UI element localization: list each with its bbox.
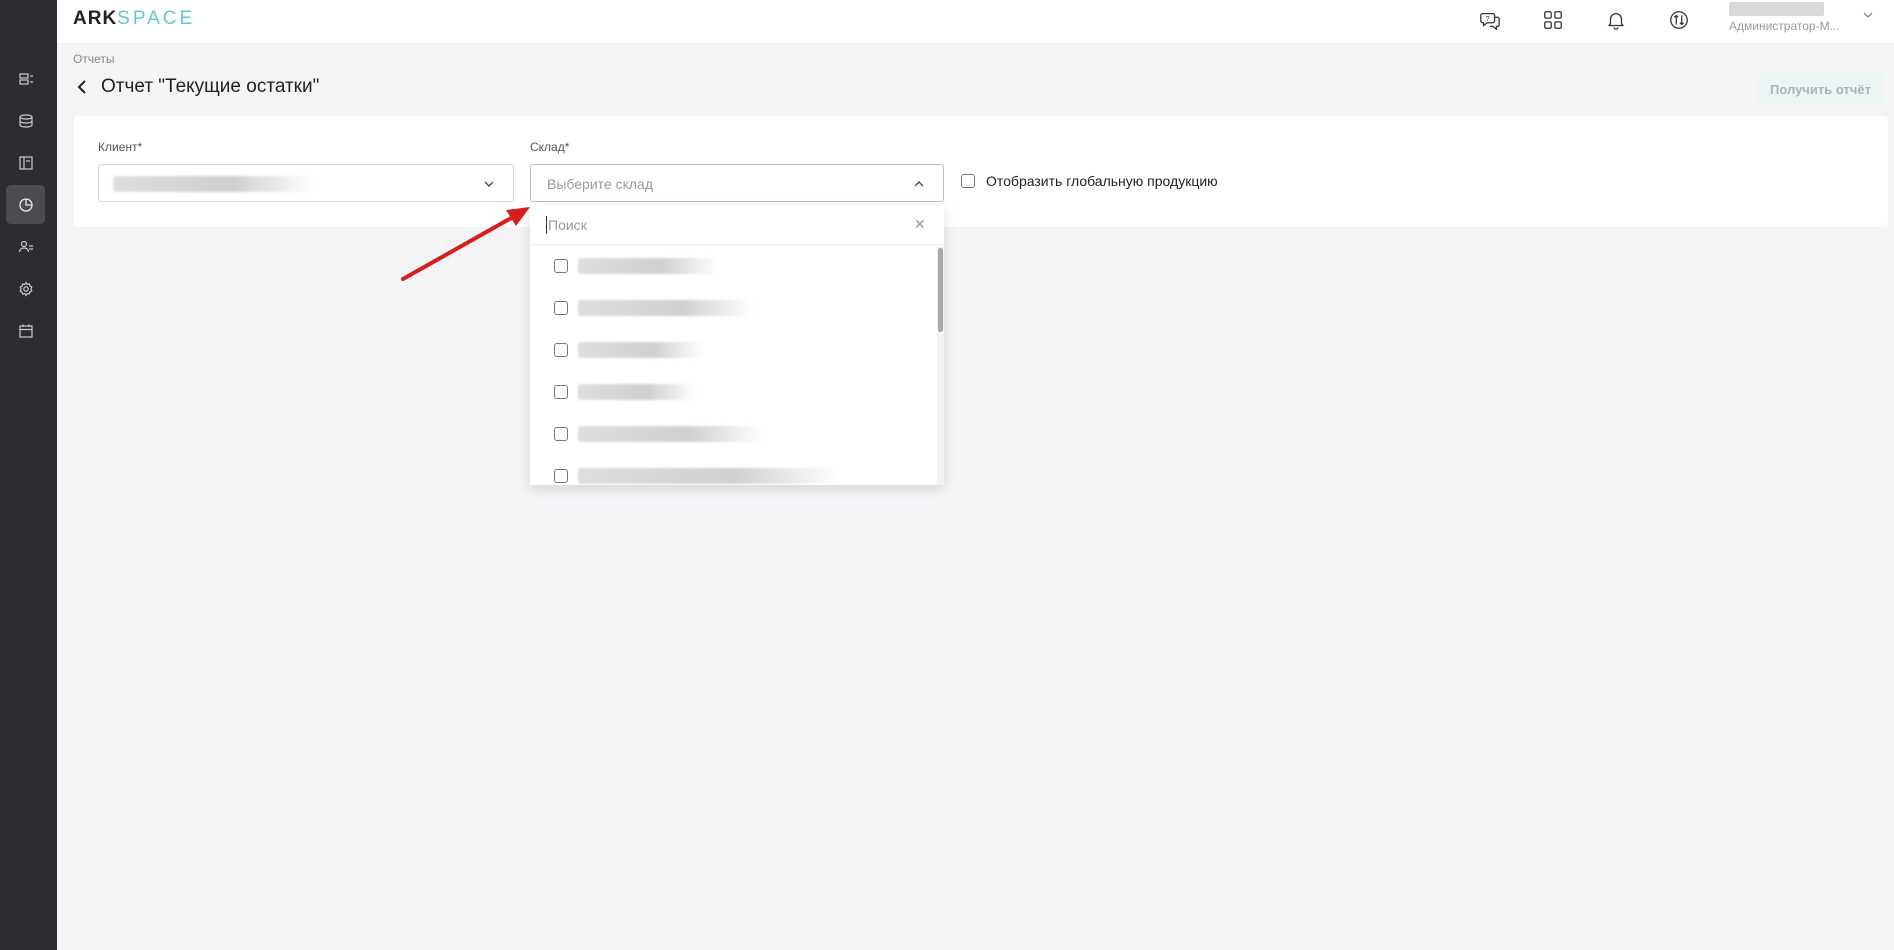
logo[interactable]: ARKSPACE bbox=[73, 8, 195, 30]
list-item[interactable] bbox=[530, 287, 934, 329]
option-checkbox[interactable] bbox=[554, 301, 568, 315]
warehouse-placeholder: Выберите склад bbox=[547, 176, 653, 192]
sidebar-item-users[interactable] bbox=[6, 227, 45, 266]
calendar-icon bbox=[18, 324, 33, 338]
dropdown-search-row: ✕ bbox=[530, 206, 944, 245]
client-select[interactable] bbox=[98, 164, 514, 202]
option-label-redacted bbox=[578, 258, 718, 274]
page-title: Отчет "Текущие остатки" bbox=[101, 76, 320, 97]
option-label-redacted bbox=[578, 300, 753, 316]
sidebar-item-settings[interactable] bbox=[6, 269, 45, 308]
filter-card: Клиент* Склад* Выберите склад Отобразить… bbox=[74, 116, 1888, 227]
sync-icon bbox=[1670, 11, 1688, 29]
svg-text:?: ? bbox=[1486, 14, 1490, 23]
chevron-down-icon[interactable] bbox=[1862, 9, 1874, 21]
list-icon bbox=[18, 72, 33, 85]
breadcrumb[interactable]: Отчеты bbox=[73, 52, 114, 66]
apps-button[interactable] bbox=[1539, 6, 1567, 34]
chevron-up-icon bbox=[914, 181, 924, 187]
option-label-redacted bbox=[578, 468, 838, 484]
warehouse-label: Склад* bbox=[530, 140, 570, 154]
global-products-checkbox[interactable] bbox=[961, 174, 975, 188]
warehouse-dropdown: ✕ bbox=[530, 206, 944, 485]
back-button[interactable] bbox=[76, 76, 94, 98]
close-icon[interactable]: ✕ bbox=[914, 216, 926, 233]
get-report-button[interactable]: Получить отчёт bbox=[1757, 73, 1884, 105]
client-label: Клиент* bbox=[98, 140, 143, 154]
dropdown-scrollbar-thumb[interactable] bbox=[938, 248, 943, 332]
list-item[interactable] bbox=[530, 371, 934, 413]
sidebar bbox=[0, 0, 57, 950]
global-products-label[interactable]: Отобразить глобальную продукцию bbox=[986, 173, 1218, 189]
sidebar-item-reports[interactable] bbox=[6, 185, 45, 224]
list-item[interactable] bbox=[530, 245, 934, 287]
help-chat-button[interactable]: ? bbox=[1476, 6, 1504, 34]
list-item[interactable] bbox=[530, 413, 934, 455]
option-checkbox[interactable] bbox=[554, 469, 568, 483]
option-checkbox[interactable] bbox=[554, 385, 568, 399]
topbar: ARKSPACE ? Администратор-М... bbox=[57, 0, 1894, 43]
sidebar-item-list[interactable] bbox=[6, 59, 45, 98]
sync-button[interactable] bbox=[1665, 6, 1693, 34]
option-label-redacted bbox=[578, 426, 763, 442]
notifications-button[interactable] bbox=[1602, 6, 1630, 34]
users-icon bbox=[18, 240, 33, 252]
option-checkbox[interactable] bbox=[554, 259, 568, 273]
sidebar-item-calendar[interactable] bbox=[6, 311, 45, 350]
layout-icon bbox=[18, 155, 33, 170]
database-icon bbox=[18, 113, 33, 128]
option-label-redacted bbox=[578, 342, 703, 358]
chat-help-icon: ? bbox=[1480, 12, 1500, 31]
sidebar-item-database[interactable] bbox=[6, 101, 45, 140]
user-menu[interactable]: Администратор-М... bbox=[1729, 2, 1879, 40]
client-value-redacted bbox=[113, 176, 313, 192]
gear-icon bbox=[18, 280, 33, 297]
warehouse-select[interactable]: Выберите склад bbox=[530, 164, 944, 202]
pie-chart-icon bbox=[18, 197, 33, 212]
list-item[interactable] bbox=[530, 329, 934, 371]
option-checkbox[interactable] bbox=[554, 427, 568, 441]
logo-space: SPACE bbox=[117, 8, 196, 29]
bell-icon bbox=[1607, 13, 1625, 30]
user-name-redacted bbox=[1729, 2, 1824, 16]
option-checkbox[interactable] bbox=[554, 343, 568, 357]
logo-ark: ARK bbox=[73, 8, 118, 29]
sidebar-item-layout[interactable] bbox=[6, 143, 45, 182]
user-role: Администратор-М... bbox=[1729, 19, 1840, 33]
apps-grid-icon bbox=[1544, 11, 1562, 29]
chevron-left-icon bbox=[77, 80, 86, 94]
list-item[interactable] bbox=[530, 455, 934, 485]
option-label-redacted bbox=[578, 384, 696, 400]
chevron-down-icon bbox=[484, 181, 494, 187]
dropdown-search-input[interactable] bbox=[546, 216, 888, 234]
